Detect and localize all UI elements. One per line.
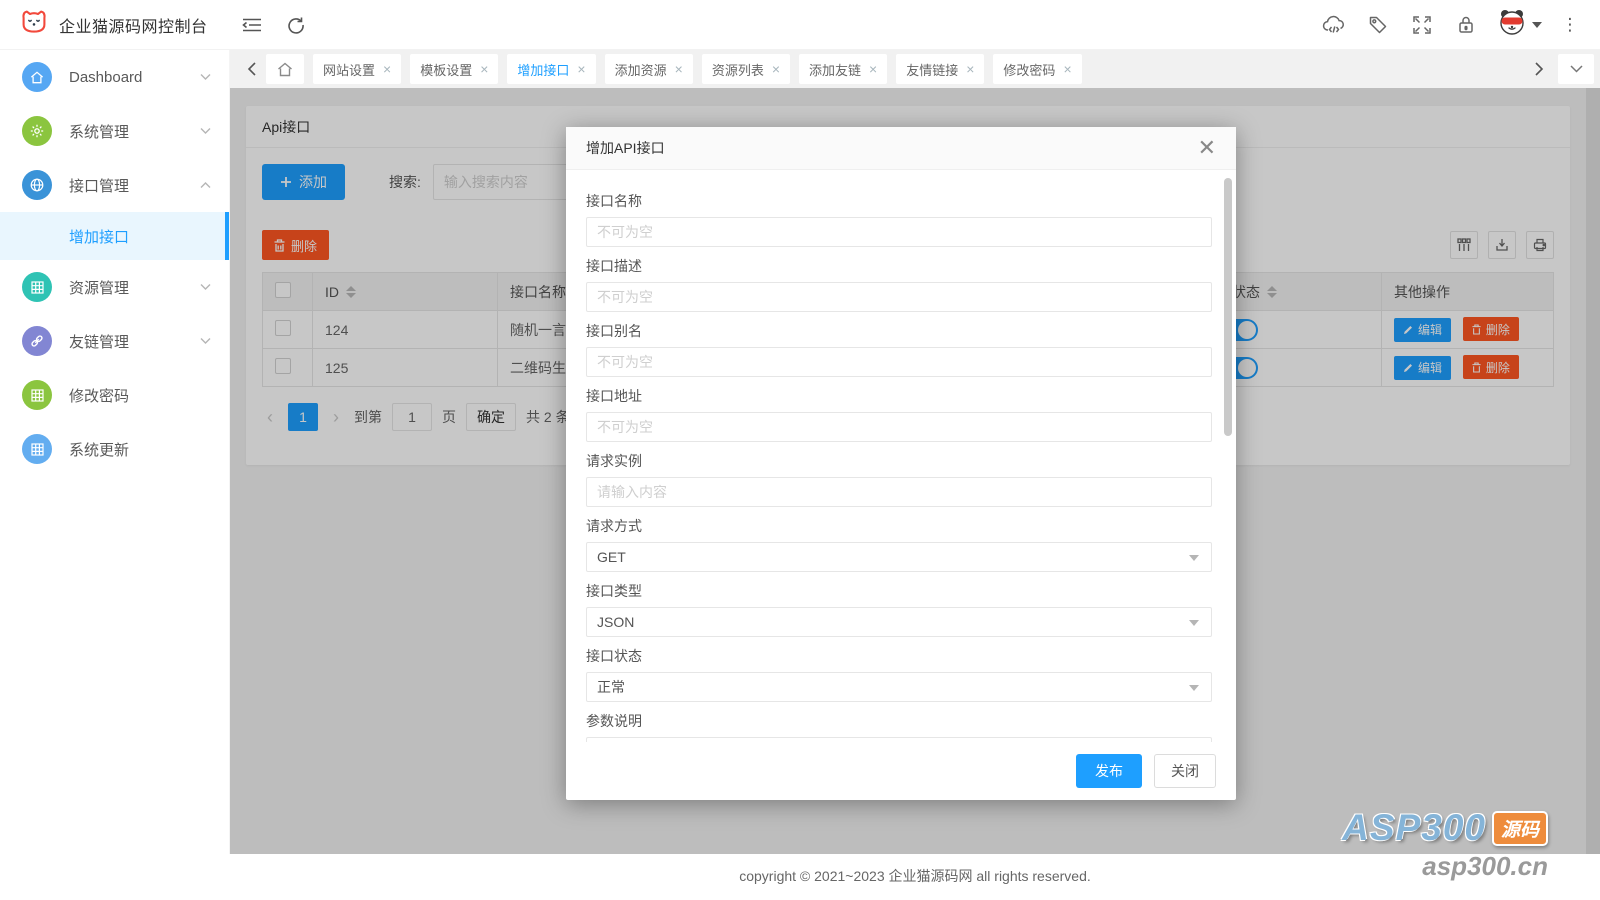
chevron-up-icon	[200, 182, 211, 189]
link-icon	[22, 326, 52, 356]
sidebar-item-系统管理[interactable]: 系统管理	[0, 104, 229, 158]
content-area: Api接口 添加 搜索: 删除	[230, 88, 1600, 854]
refresh-icon[interactable]	[274, 0, 318, 50]
watermark: ASP300 源码 asp300.cn	[1342, 807, 1548, 882]
publish-button[interactable]: 发布	[1076, 754, 1142, 788]
modal-title: 增加API接口	[586, 138, 665, 158]
tab-修改密码[interactable]: 修改密码 ×	[993, 54, 1081, 84]
watermark-domain: asp300.cn	[1342, 851, 1548, 882]
chevron-down-icon	[200, 128, 211, 135]
watermark-brand: ASP300	[1342, 807, 1486, 849]
tab-模板设置[interactable]: 模板设置 ×	[410, 54, 498, 84]
home-icon	[22, 62, 52, 92]
sidebar-subitem-增加接口[interactable]: 增加接口	[0, 212, 229, 260]
tabs-dropdown-icon[interactable]	[1558, 54, 1594, 84]
sidebar-item-系统更新[interactable]: 系统更新	[0, 422, 229, 476]
tab-网站设置[interactable]: 网站设置 ×	[313, 54, 401, 84]
grid-icon	[22, 434, 52, 464]
cloud-code-icon[interactable]	[1312, 0, 1356, 50]
close-icon[interactable]: ×	[675, 62, 683, 76]
field-label: 参数说明	[586, 711, 1216, 731]
field-input-接口别名[interactable]	[586, 347, 1212, 377]
chevron-down-icon	[200, 284, 211, 291]
grid-icon	[22, 272, 52, 302]
close-icon[interactable]: ×	[1063, 62, 1071, 76]
field-input-接口名称[interactable]	[586, 217, 1212, 247]
tab-资源列表[interactable]: 资源列表 ×	[702, 54, 790, 84]
field-label: 请求方式	[586, 516, 1216, 536]
tab-添加资源[interactable]: 添加资源 ×	[605, 54, 693, 84]
watermark-badge: 源码	[1492, 811, 1548, 846]
close-icon[interactable]: ×	[869, 62, 877, 76]
close-icon[interactable]: ×	[966, 62, 974, 76]
field-label: 请求实例	[586, 451, 1216, 471]
tab-home[interactable]	[266, 54, 304, 84]
modal-close-icon[interactable]: ✕	[1198, 137, 1216, 159]
field-label: 接口状态	[586, 646, 1216, 666]
modal-scrollbar-thumb[interactable]	[1224, 178, 1232, 436]
cat-logo-icon	[18, 6, 50, 43]
sidebar-item-修改密码[interactable]: 修改密码	[0, 368, 229, 422]
field-select-请求方式[interactable]: GET	[586, 542, 1212, 572]
modal-close-button[interactable]: 关闭	[1154, 754, 1216, 788]
app-title: 企业猫源码网控制台	[59, 13, 208, 37]
field-label: 接口别名	[586, 321, 1216, 341]
tag-icon[interactable]	[1356, 0, 1400, 50]
close-icon[interactable]: ×	[383, 62, 391, 76]
tab-bar: 网站设置 × 模板设置 × 增加接口 × 添加资源 × 资源列表 × 添加友链 …	[230, 50, 1600, 88]
field-input-接口描述[interactable]	[586, 282, 1212, 312]
field-select-接口状态[interactable]: 正常	[586, 672, 1212, 702]
chevron-down-icon	[200, 338, 211, 345]
top-header: 企业猫源码网控制台	[0, 0, 1600, 50]
header-actions: ⋮	[1312, 0, 1600, 50]
sidebar-item-dashboard[interactable]: Dashboard	[0, 50, 229, 104]
avatar	[1498, 8, 1526, 41]
caret-down-icon	[1532, 22, 1542, 28]
fullscreen-icon[interactable]	[1400, 0, 1444, 50]
modal-body: 接口名称接口描述接口别名接口地址请求实例请求方式 GET 接口类型 JSON 接口状态正…	[566, 170, 1236, 742]
tabs-strip: 网站设置 × 模板设置 × 增加接口 × 添加资源 × 资源列表 × 添加友链 …	[313, 54, 1524, 84]
tab-增加接口[interactable]: 增加接口 ×	[507, 54, 595, 84]
field-select-接口类型[interactable]: JSON	[586, 607, 1212, 637]
kebab-menu-icon[interactable]: ⋮	[1552, 15, 1588, 35]
tab-友情链接[interactable]: 友情链接 ×	[896, 54, 984, 84]
sidebar: Dashboard 系统管理 接口管理 增加接口 资源管理 友链管理 修改密码 …	[0, 50, 230, 854]
close-icon[interactable]: ×	[772, 62, 780, 76]
chevron-down-icon	[200, 74, 211, 81]
gear-icon	[22, 116, 52, 146]
tabs-scroll-right-icon[interactable]	[1524, 50, 1554, 88]
field-input-接口地址[interactable]	[586, 412, 1212, 442]
brand: 企业猫源码网控制台	[0, 6, 230, 43]
sidebar-item-资源管理[interactable]: 资源管理	[0, 260, 229, 314]
sidebar-item-友链管理[interactable]: 友链管理	[0, 314, 229, 368]
sidebar-item-接口管理[interactable]: 接口管理	[0, 158, 229, 212]
field-input-请求实例[interactable]	[586, 477, 1212, 507]
field-label: 接口名称	[586, 191, 1216, 211]
user-menu[interactable]	[1488, 8, 1552, 41]
tab-添加友链[interactable]: 添加友链 ×	[799, 54, 887, 84]
globe-icon	[22, 170, 52, 200]
close-icon[interactable]: ×	[480, 62, 488, 76]
tabs-scroll-left-icon[interactable]	[236, 50, 266, 88]
modal-add-api: 增加API接口 ✕ 接口名称接口描述接口别名接口地址请求实例请求方式 GET 接口类…	[566, 127, 1236, 800]
field-label: 接口地址	[586, 386, 1216, 406]
collapse-menu-icon[interactable]	[230, 0, 274, 50]
field-label: 接口类型	[586, 581, 1216, 601]
field-textarea-参数说明[interactable]	[586, 737, 1212, 742]
lock-icon[interactable]	[1444, 0, 1488, 50]
close-icon[interactable]: ×	[577, 62, 585, 76]
field-label: 接口描述	[586, 256, 1216, 276]
grid-icon	[22, 380, 52, 410]
